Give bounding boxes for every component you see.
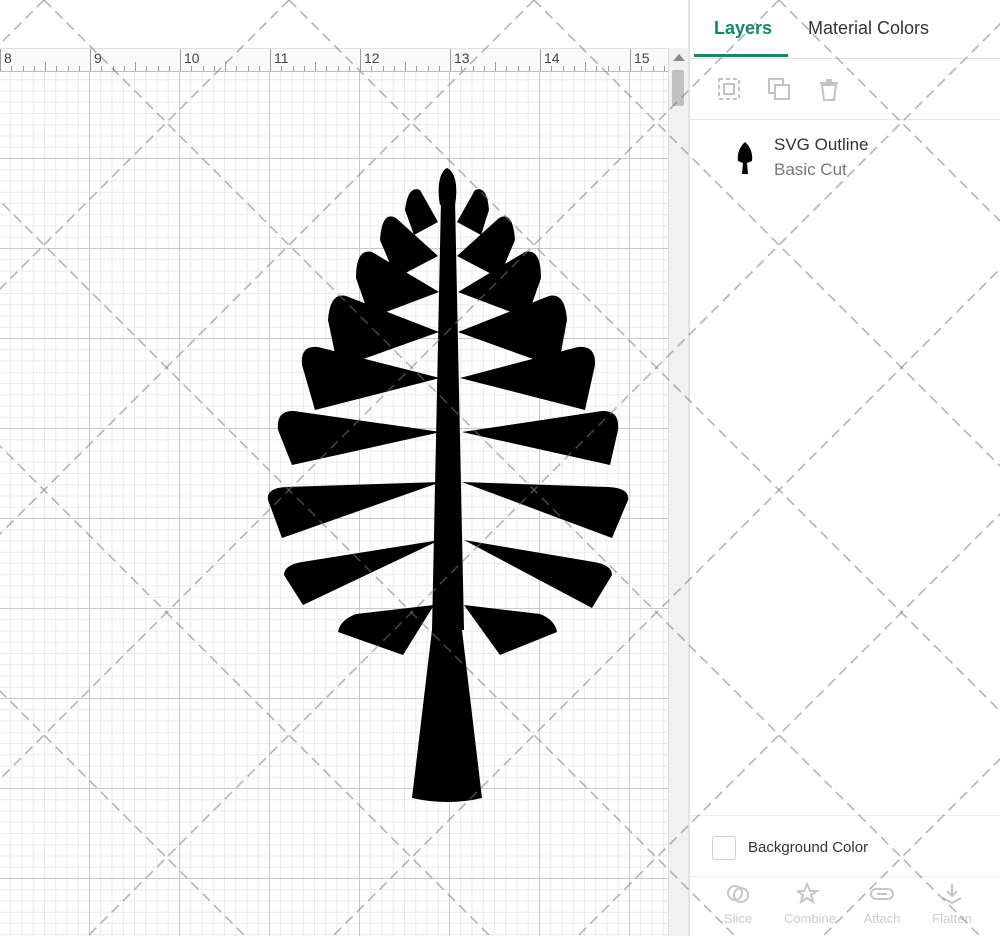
flatten-icon	[942, 884, 962, 905]
bottom-toolbar: Slice Combine Attach Flatten	[690, 876, 1000, 937]
background-color-checkbox[interactable]	[712, 836, 736, 860]
slice-label: Slice	[723, 911, 753, 926]
active-tab-indicator	[694, 54, 788, 57]
layer-name: SVG Outline	[774, 135, 869, 154]
layers-panel: Layers Material Colors SVG Outline Basic…	[688, 0, 1000, 936]
attach-label: Attach	[863, 911, 901, 926]
background-color-label: Background Color	[748, 839, 869, 856]
group-icon[interactable]	[716, 76, 742, 102]
duplicate-icon[interactable]	[766, 76, 792, 102]
combine-label: Combine	[783, 911, 837, 926]
tab-material-colors[interactable]: Material Colors	[808, 18, 929, 39]
layer-item[interactable]: SVG Outline Basic Cut	[690, 121, 1000, 191]
slice-icon	[727, 885, 749, 903]
flatten-button[interactable]: Flatten	[922, 881, 982, 926]
layer-operation[interactable]: Basic Cut	[774, 160, 847, 180]
attach-icon	[870, 888, 894, 900]
layer-thumbnail	[737, 142, 753, 174]
design-canvas[interactable]: 8 9 10 11 12 13 14 15	[0, 0, 688, 936]
panel-tabs: Layers Material Colors	[690, 0, 1000, 59]
layer-toolbar	[690, 59, 1000, 120]
flatten-label: Flatten	[932, 911, 972, 926]
background-color-row: Background Color	[690, 815, 1000, 876]
attach-button[interactable]: Attach	[852, 881, 912, 926]
tree-shape[interactable]	[0, 0, 688, 936]
combine-icon	[797, 881, 821, 905]
slice-button[interactable]: Slice	[708, 881, 768, 926]
tab-layers[interactable]: Layers	[714, 18, 772, 39]
combine-button[interactable]: Combine	[780, 881, 840, 926]
delete-icon[interactable]	[816, 76, 842, 102]
